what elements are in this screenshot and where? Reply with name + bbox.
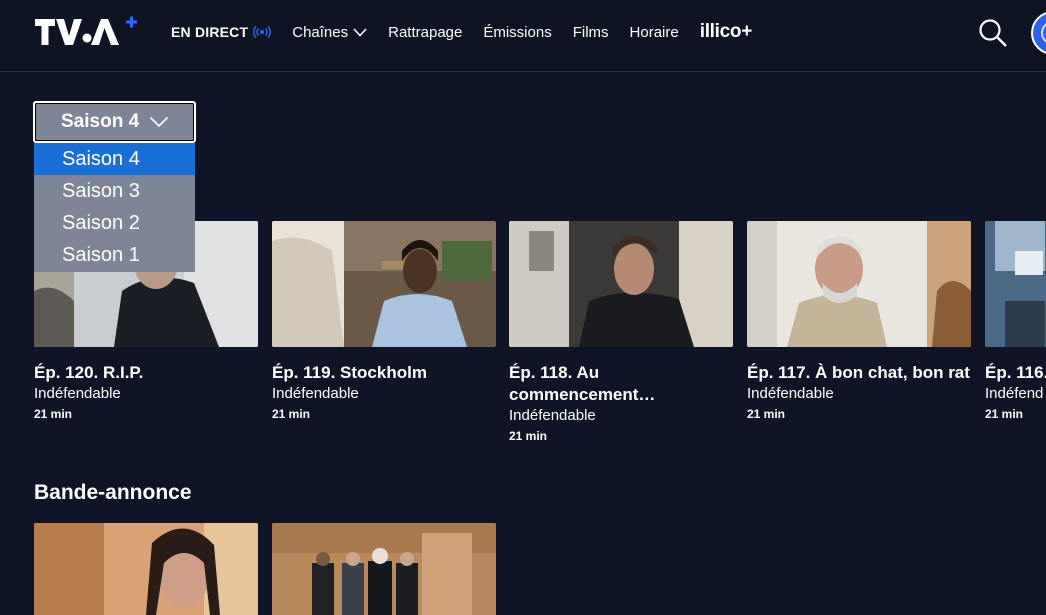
season-option[interactable]: Saison 3 (34, 175, 195, 207)
season-dropdown: Saison 4 Saison 3 Saison 2 Saison 1 (34, 143, 195, 272)
tva-plus-logo[interactable] (33, 16, 143, 48)
nav-schedule[interactable]: Horaire (630, 24, 679, 41)
episode-thumbnail[interactable] (985, 221, 1046, 347)
episode-title: Ép. 117. À bon chat, bon rat (747, 363, 970, 382)
episode-thumbnail[interactable] (272, 221, 496, 347)
trailer-card[interactable] (272, 523, 496, 615)
illico-plus-logo: illico+ (699, 21, 753, 42)
episode-show: Indéfendable (272, 385, 359, 402)
episode-duration: 21 min (34, 407, 73, 421)
episode-card[interactable]: Ép. 116. Indéfend 21 min (985, 221, 1046, 421)
season-option[interactable]: Saison 2 (34, 207, 195, 239)
episode-title: Ép. 120. R.I.P. (34, 363, 144, 382)
episode-duration: 21 min (272, 407, 311, 421)
episode-show: Indéfendable (34, 385, 121, 402)
episode-show: Indéfendable (747, 385, 834, 402)
nav-live[interactable]: EN DIRECT (171, 24, 272, 40)
season-select[interactable]: Saison 4 (33, 101, 196, 143)
user-icon (1041, 21, 1046, 45)
nav-catchup[interactable]: Rattrapage (388, 24, 462, 41)
episode-title: Ép. 118. Au commencement… (509, 363, 656, 404)
episode-title: Ép. 119. Stockholm (272, 363, 427, 382)
nav-schedule-label: Horaire (629, 23, 679, 41)
trailer-card[interactable] (34, 523, 258, 615)
nav-shows-label: Émissions (483, 23, 552, 41)
profile-avatar[interactable] (1031, 11, 1046, 55)
search-icon[interactable] (977, 17, 1009, 49)
season-select-value: Saison 4 (61, 111, 140, 132)
nav-channels-label: Chaînes (292, 23, 349, 41)
episode-duration: 21 min (985, 407, 1024, 421)
episode-card-partial[interactable]: Ép. 116. Indéfend 21 min (985, 221, 1046, 446)
nav-films-label: Films (572, 23, 609, 41)
chevron-down-icon (149, 116, 169, 128)
episode-card[interactable]: Ép. 119. Stockholm Indéfendable 21 min (272, 221, 496, 421)
season-option[interactable]: Saison 1 (34, 239, 195, 271)
episode-duration: 21 min (509, 429, 548, 443)
top-header: EN DIRECT Chaînes Rattrapage Émissions F… (0, 0, 1046, 72)
episode-duration: 21 min (747, 407, 786, 421)
nav-channels[interactable]: Chaînes (292, 24, 367, 41)
nav-films[interactable]: Films (573, 24, 609, 41)
episode-card[interactable]: Ép. 117. À bon chat, bon rat Indéfendabl… (747, 221, 971, 421)
nav-catchup-label: Rattrapage (388, 23, 463, 41)
section-title-trailers: Bande-annonce (34, 481, 192, 504)
episode-show: Indéfendable (509, 407, 596, 424)
nav-shows[interactable]: Émissions (483, 24, 551, 41)
broadcast-icon (253, 26, 272, 38)
episode-card[interactable]: Ép. 118. Au commencement… Indéfendable 2… (509, 221, 733, 443)
nav-live-label: EN DIRECT (171, 24, 249, 40)
episode-thumbnail[interactable] (509, 221, 733, 347)
main-nav: EN DIRECT Chaînes Rattrapage Émissions F… (171, 0, 773, 64)
nav-illico-plus[interactable]: illico+ (699, 21, 753, 43)
episode-thumbnail[interactable] (747, 221, 971, 347)
chevron-down-icon (353, 27, 367, 37)
episode-title: Ép. 116. (985, 363, 1046, 382)
season-option[interactable]: Saison 4 (34, 143, 195, 175)
episode-show: Indéfend (985, 385, 1044, 402)
